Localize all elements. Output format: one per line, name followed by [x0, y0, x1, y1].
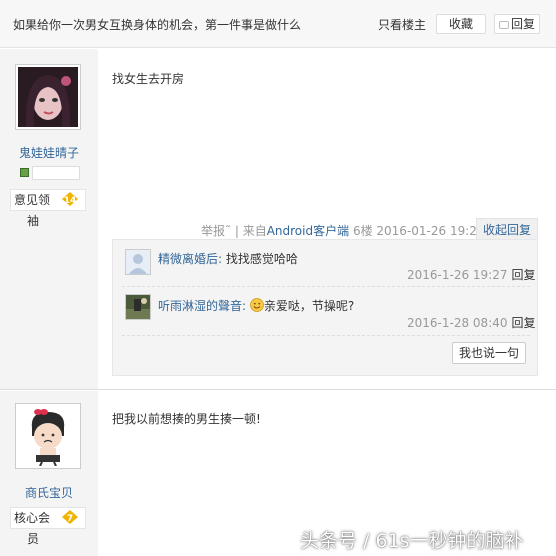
source-prefix: | 来自	[234, 224, 267, 238]
level-badge-value: 7	[67, 514, 73, 524]
sub-reply-username[interactable]: 精微离婚后:	[158, 252, 222, 266]
sub-reply-meta: 2016-1-26 19:27 回复	[407, 266, 536, 283]
sub-reply-reply-link[interactable]: 回复	[512, 316, 536, 330]
divider	[122, 335, 530, 336]
sub-reply-username[interactable]: 听雨淋湿的聲音:	[158, 299, 246, 313]
post-divider	[0, 389, 556, 390]
add-comment-button[interactable]: 我也说一句	[452, 342, 526, 364]
smiley-emoji-icon	[249, 298, 264, 312]
level-badge-icon: 14	[62, 192, 78, 206]
sub-reply-text: 找找感觉哈哈	[225, 252, 298, 266]
report-link[interactable]: 举报	[201, 224, 225, 238]
sub-reply-line: 精微离婚后: 找找感觉哈哈	[158, 250, 298, 267]
post-meta: 举报˜ | 来自Android客户端 6楼 2016-01-26 19:26	[201, 224, 485, 238]
level-bar	[32, 166, 80, 180]
watermark: 头条号 / 61s一秒钟的脑补	[300, 530, 524, 552]
sub-reply-avatar[interactable]	[125, 294, 151, 320]
rank-title: 意见领	[14, 193, 51, 207]
post-datetime: 2016-01-26 19:26	[376, 224, 485, 238]
thread-title: 如果给你一次男女互换身体的机会，第一件事是做什么	[13, 18, 302, 32]
avatar-image	[18, 406, 78, 467]
avatar[interactable]	[15, 64, 81, 130]
sub-reply-reply-link[interactable]: 回复	[512, 268, 536, 282]
rank-title: 核心会	[14, 511, 51, 525]
post-username[interactable]: 商氏宝贝	[0, 484, 98, 501]
reply-button-label: 回复	[510, 17, 535, 31]
rank-title-cont: 袖	[27, 214, 40, 228]
avatar[interactable]	[15, 403, 81, 469]
reply-button[interactable]: 回复	[494, 14, 540, 34]
rank-title-cont: 员	[27, 532, 40, 546]
level-badge-value: 14	[64, 196, 77, 206]
post-content: 把我以前想揍的男生揍一顿!	[112, 412, 261, 426]
sub-reply-text: 亲爱哒，节操呢?	[263, 299, 355, 313]
sub-reply-time: 2016-1-28 08:40	[407, 316, 508, 330]
level-icon	[20, 168, 29, 177]
post-content: 找女生去开房	[112, 72, 185, 86]
sub-reply-avatar[interactable]	[125, 249, 151, 275]
only-op-link[interactable]: 只看楼主	[378, 16, 426, 33]
level-badge-icon: 7	[62, 510, 78, 524]
divider	[122, 286, 530, 287]
thread-header: 如果给你一次男女互换身体的机会，第一件事是做什么 只看楼主 收藏 回复	[0, 0, 556, 48]
floor-number: 6楼	[352, 224, 373, 238]
avatar-image	[126, 295, 150, 319]
collapse-replies-button[interactable]: 收起回复	[476, 218, 538, 240]
post-username[interactable]: 鬼娃娃晴子	[0, 144, 98, 161]
avatar-image	[18, 67, 78, 127]
default-avatar-icon	[126, 250, 150, 274]
source-app-link[interactable]: Android客户端	[267, 224, 349, 238]
favorite-button[interactable]: 收藏	[436, 14, 486, 34]
sub-reply-time: 2016-1-26 19:27	[407, 268, 508, 282]
reply-icon	[498, 21, 509, 29]
sub-reply-meta: 2016-1-28 08:40 回复	[407, 314, 536, 331]
sub-reply-line: 听雨淋湿的聲音: 亲爱哒，节操呢?	[158, 297, 354, 314]
